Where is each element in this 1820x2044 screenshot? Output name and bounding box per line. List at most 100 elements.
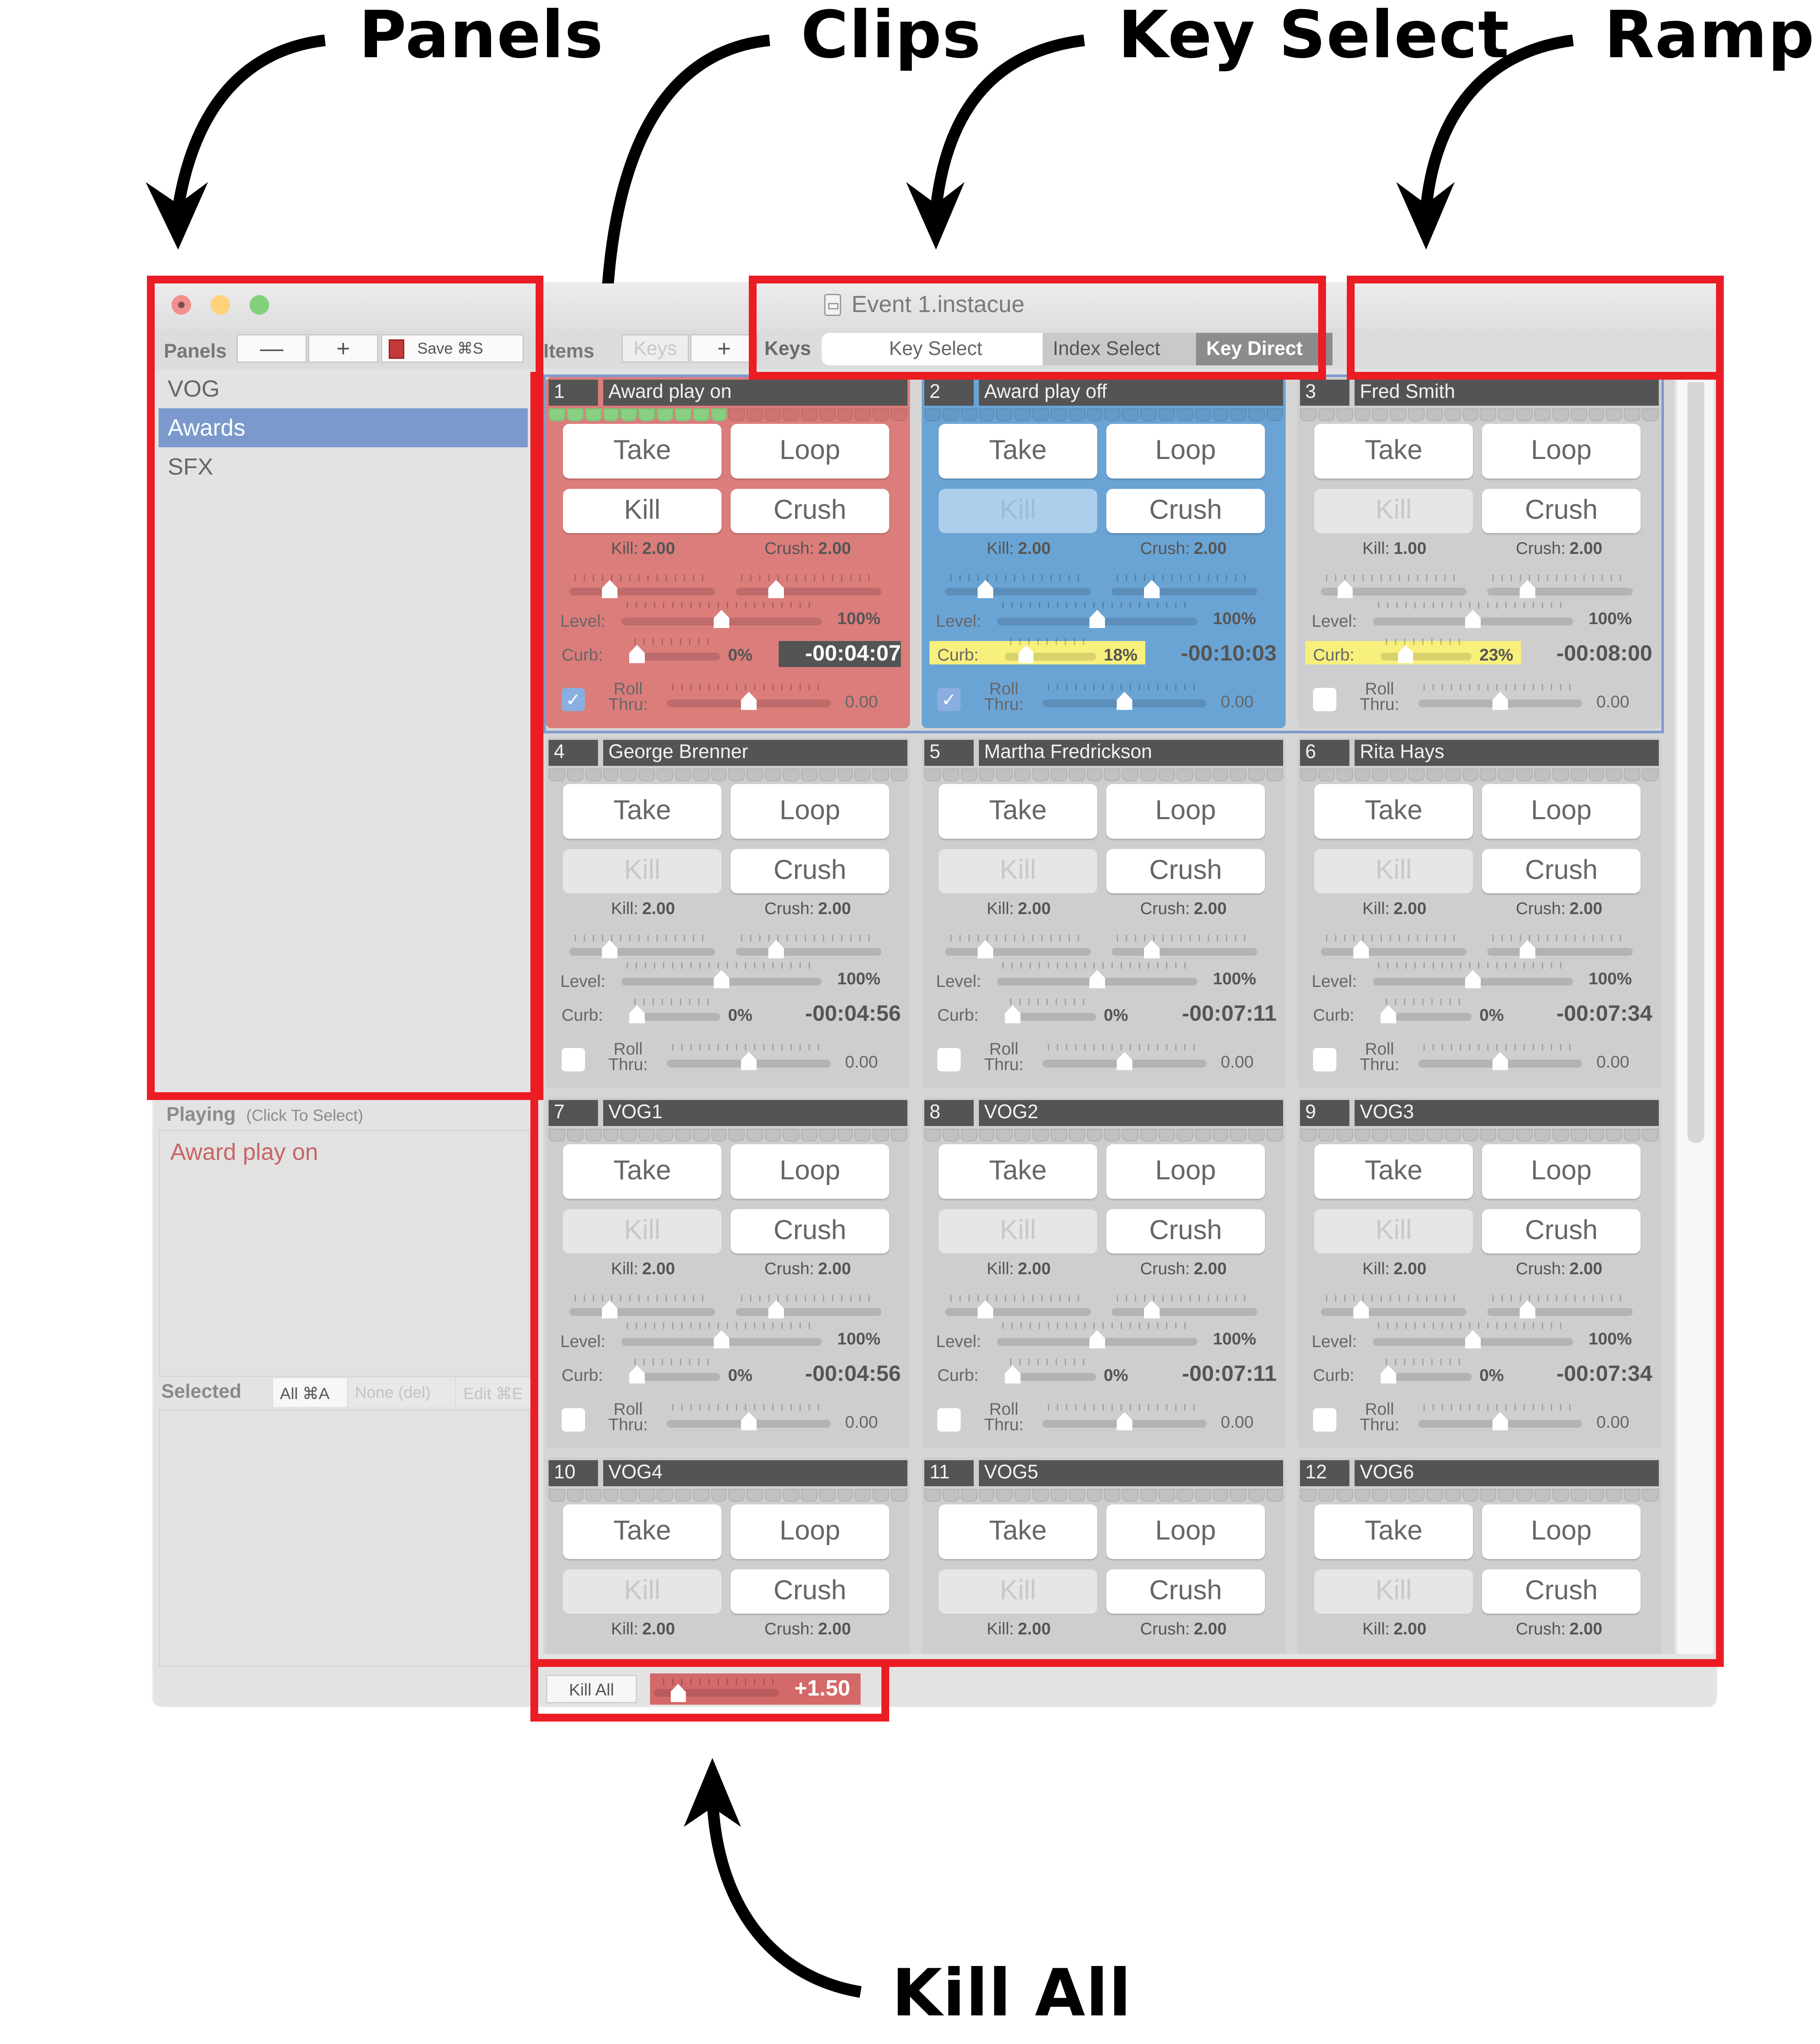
level-thumb[interactable] [1089, 970, 1105, 988]
clip-tile[interactable]: 3 Fred Smith Take Loop Kill Crush Kill: 1.00 Cru… [1297, 377, 1661, 728]
kill-button[interactable]: Kill [939, 849, 1097, 893]
crush-button[interactable]: Crush [731, 849, 889, 893]
clip-header[interactable]: 2 Award play off [924, 380, 1283, 406]
kill-time-thumb[interactable] [978, 1300, 993, 1318]
edit-selected-button[interactable]: Edit ⌘E [455, 1378, 530, 1407]
take-button[interactable]: Take [1314, 424, 1473, 478]
crush-button[interactable]: Crush [1106, 489, 1265, 533]
kill-button[interactable]: Kill [563, 849, 722, 893]
kill-time-slider[interactable] [569, 1308, 715, 1316]
panel-item-awards[interactable]: Awards [159, 408, 528, 447]
curb-thumb[interactable] [1005, 1005, 1020, 1023]
maximize-window-button[interactable] [250, 295, 269, 315]
clip-tile[interactable]: 11 VOG5 Take Loop Kill Crush Kill: 2.00 Crush: 2.… [922, 1458, 1286, 1654]
roll-thru-thumb[interactable] [741, 1412, 757, 1430]
loop-button[interactable]: Loop [1482, 1504, 1641, 1559]
select-none-button[interactable]: None (del) [347, 1378, 456, 1407]
clip-header[interactable]: 3 Fred Smith [1300, 380, 1659, 406]
save-button[interactable]: Save ⌘S [381, 334, 524, 363]
loop-button[interactable]: Loop [731, 1504, 889, 1559]
kill-time-slider[interactable] [1321, 1308, 1466, 1316]
clip-tile[interactable]: 7 VOG1 Take Loop Kill Crush Kill: 2.00 Crush: 2.0… [546, 1097, 910, 1448]
close-window-button[interactable] [172, 295, 191, 315]
kill-button[interactable]: Kill [939, 1569, 1097, 1614]
crush-button[interactable]: Crush [1106, 1209, 1265, 1253]
kill-time-thumb[interactable] [1353, 1300, 1369, 1318]
loop-button[interactable]: Loop [731, 1144, 889, 1199]
clip-header[interactable]: 11 VOG5 [924, 1460, 1283, 1486]
roll-thru-checkbox[interactable] [937, 1408, 961, 1432]
kill-all-ramp-thumb[interactable] [670, 1684, 686, 1702]
curb-thumb[interactable] [1005, 1365, 1020, 1383]
panel-item-sfx[interactable]: SFX [159, 447, 528, 486]
curb-thumb[interactable] [629, 645, 645, 663]
curb-thumb[interactable] [1381, 1365, 1396, 1383]
level-thumb[interactable] [1089, 1330, 1105, 1348]
crush-button[interactable]: Crush [731, 1209, 889, 1253]
crush-time-slider[interactable] [1112, 1308, 1257, 1316]
remove-item-button[interactable]: Keys [621, 334, 689, 363]
clip-header[interactable]: 12 VOG6 [1300, 1460, 1659, 1486]
grid-scrollbar-thumb[interactable] [1687, 382, 1704, 1143]
kill-button[interactable]: Kill [1314, 1209, 1473, 1253]
clip-header[interactable]: 10 VOG4 [549, 1460, 907, 1486]
loop-button[interactable]: Loop [1106, 1504, 1265, 1559]
kill-button[interactable]: Kill [939, 1209, 1097, 1253]
kill-time-thumb[interactable] [1353, 940, 1369, 958]
roll-thru-thumb[interactable] [1492, 1412, 1508, 1430]
segment-index-select[interactable]: Index Select [1042, 333, 1196, 365]
clip-header[interactable]: 9 VOG3 [1300, 1100, 1659, 1126]
roll-thru-checkbox[interactable] [937, 1048, 961, 1071]
crush-button[interactable]: Crush [731, 489, 889, 533]
crush-button[interactable]: Crush [1106, 849, 1265, 893]
level-thumb[interactable] [714, 970, 729, 988]
kill-time-slider[interactable] [945, 588, 1091, 596]
loop-button[interactable]: Loop [1482, 1144, 1641, 1199]
crush-button[interactable]: Crush [1482, 849, 1641, 893]
kill-button[interactable]: Kill [1314, 1569, 1473, 1614]
roll-thru-thumb[interactable] [741, 692, 757, 710]
segment-key-select[interactable]: Key Select [889, 333, 1043, 365]
take-button[interactable]: Take [563, 1144, 722, 1199]
roll-thru-thumb[interactable] [1117, 692, 1132, 710]
clip-tile[interactable]: 1 Award play on Take Loop Kill Crush Kill: 2.00… [546, 377, 910, 728]
roll-thru-checkbox[interactable]: ✓ [562, 688, 585, 711]
crush-time-slider[interactable] [736, 588, 881, 596]
level-thumb[interactable] [714, 610, 729, 628]
minimize-window-button[interactable] [211, 295, 230, 315]
crush-time-slider[interactable] [1112, 948, 1257, 956]
select-all-button[interactable]: All ⌘A [272, 1378, 347, 1407]
kill-time-thumb[interactable] [602, 580, 618, 598]
crush-time-slider[interactable] [1487, 948, 1633, 956]
kill-time-slider[interactable] [945, 1308, 1091, 1316]
crush-time-thumb[interactable] [768, 580, 784, 598]
crush-button[interactable]: Crush [1482, 1209, 1641, 1253]
kill-button[interactable]: Kill [1314, 849, 1473, 893]
level-thumb[interactable] [1089, 610, 1105, 628]
segment-key-direct[interactable]: Key Direct [1196, 333, 1332, 365]
crush-time-slider[interactable] [736, 948, 881, 956]
kill-time-slider[interactable] [569, 948, 715, 956]
grid-scrollbar[interactable] [1677, 374, 1713, 1654]
playing-item[interactable]: Award play on [160, 1131, 529, 1166]
kill-all-button[interactable]: Kill All [546, 1675, 637, 1703]
add-panel-button[interactable]: + [308, 334, 378, 363]
clip-tile[interactable]: 5 Martha Fredrickson Take Loop Kill Crush Kill… [922, 737, 1286, 1088]
kill-button[interactable]: Kill [939, 489, 1097, 533]
kill-button[interactable]: Kill [1314, 489, 1473, 533]
kill-time-thumb[interactable] [978, 580, 993, 598]
level-thumb[interactable] [1465, 610, 1481, 628]
level-thumb[interactable] [1465, 1330, 1481, 1348]
kill-time-slider[interactable] [569, 588, 715, 596]
crush-time-thumb[interactable] [1144, 1300, 1160, 1318]
roll-thru-checkbox[interactable] [1313, 1048, 1336, 1071]
roll-thru-thumb[interactable] [1117, 1412, 1132, 1430]
curb-slider[interactable] [1381, 653, 1472, 661]
take-button[interactable]: Take [1314, 1504, 1473, 1559]
loop-button[interactable]: Loop [1482, 784, 1641, 839]
roll-thru-thumb[interactable] [1117, 1052, 1132, 1070]
crush-button[interactable]: Crush [1106, 1569, 1265, 1614]
loop-button[interactable]: Loop [731, 784, 889, 839]
panel-item-vog[interactable]: VOG [159, 369, 528, 408]
kill-button[interactable]: Kill [563, 1569, 722, 1614]
